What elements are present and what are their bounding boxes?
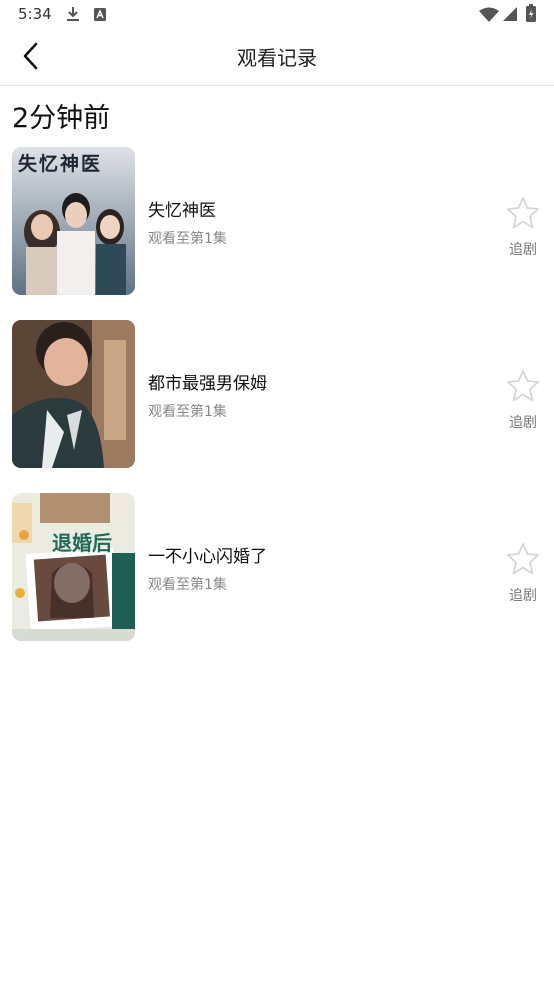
follow-label: 追剧 bbox=[509, 588, 537, 604]
download-icon bbox=[67, 7, 79, 21]
drama-title: 一不小心闪婚了 bbox=[148, 547, 267, 567]
follow-label: 追剧 bbox=[509, 415, 537, 431]
nav-bar: 观看记录 bbox=[0, 30, 554, 86]
drama-title: 都市最强男保姆 bbox=[148, 374, 267, 394]
drama-cover-image[interactable] bbox=[12, 320, 135, 468]
follow-drama-button[interactable]: 追剧 bbox=[498, 541, 548, 611]
drama-cover-image[interactable]: 失忆神医 bbox=[12, 147, 135, 295]
battery-charging-icon bbox=[526, 4, 536, 22]
follow-label: 追剧 bbox=[509, 242, 537, 258]
drama-title: 失忆神医 bbox=[148, 201, 216, 221]
history-item[interactable]: 失忆神医 失忆神医 观看至第1集 追剧 bbox=[0, 147, 554, 295]
watch-progress: 观看至第1集 bbox=[148, 577, 227, 593]
follow-drama-button[interactable]: 追剧 bbox=[498, 195, 548, 265]
watch-progress: 观看至第1集 bbox=[148, 404, 227, 420]
status-time: 5:34 bbox=[18, 5, 52, 23]
page-title: 观看记录 bbox=[237, 46, 317, 70]
wifi-icon bbox=[479, 7, 499, 22]
watch-progress: 观看至第1集 bbox=[148, 231, 227, 247]
history-item[interactable]: 都市最强男保姆 观看至第1集 追剧 bbox=[0, 320, 554, 468]
status-bar: 5:34 bbox=[0, 0, 554, 30]
star-outline-icon bbox=[507, 197, 539, 229]
signal-icon bbox=[503, 7, 517, 21]
star-outline-icon bbox=[507, 370, 539, 402]
a-badge-icon bbox=[94, 8, 106, 21]
follow-drama-button[interactable]: 追剧 bbox=[498, 368, 548, 438]
cover-title-text: 失忆神医 bbox=[18, 153, 103, 175]
section-time-heading: 2分钟前 bbox=[12, 103, 111, 134]
history-item[interactable]: 退婚后 一不小心闪婚了 观看至第1集 追剧 bbox=[0, 493, 554, 641]
cover-title-text: 退婚后 bbox=[52, 531, 112, 555]
drama-cover-image[interactable]: 退婚后 bbox=[12, 493, 135, 641]
star-outline-icon bbox=[507, 543, 539, 575]
